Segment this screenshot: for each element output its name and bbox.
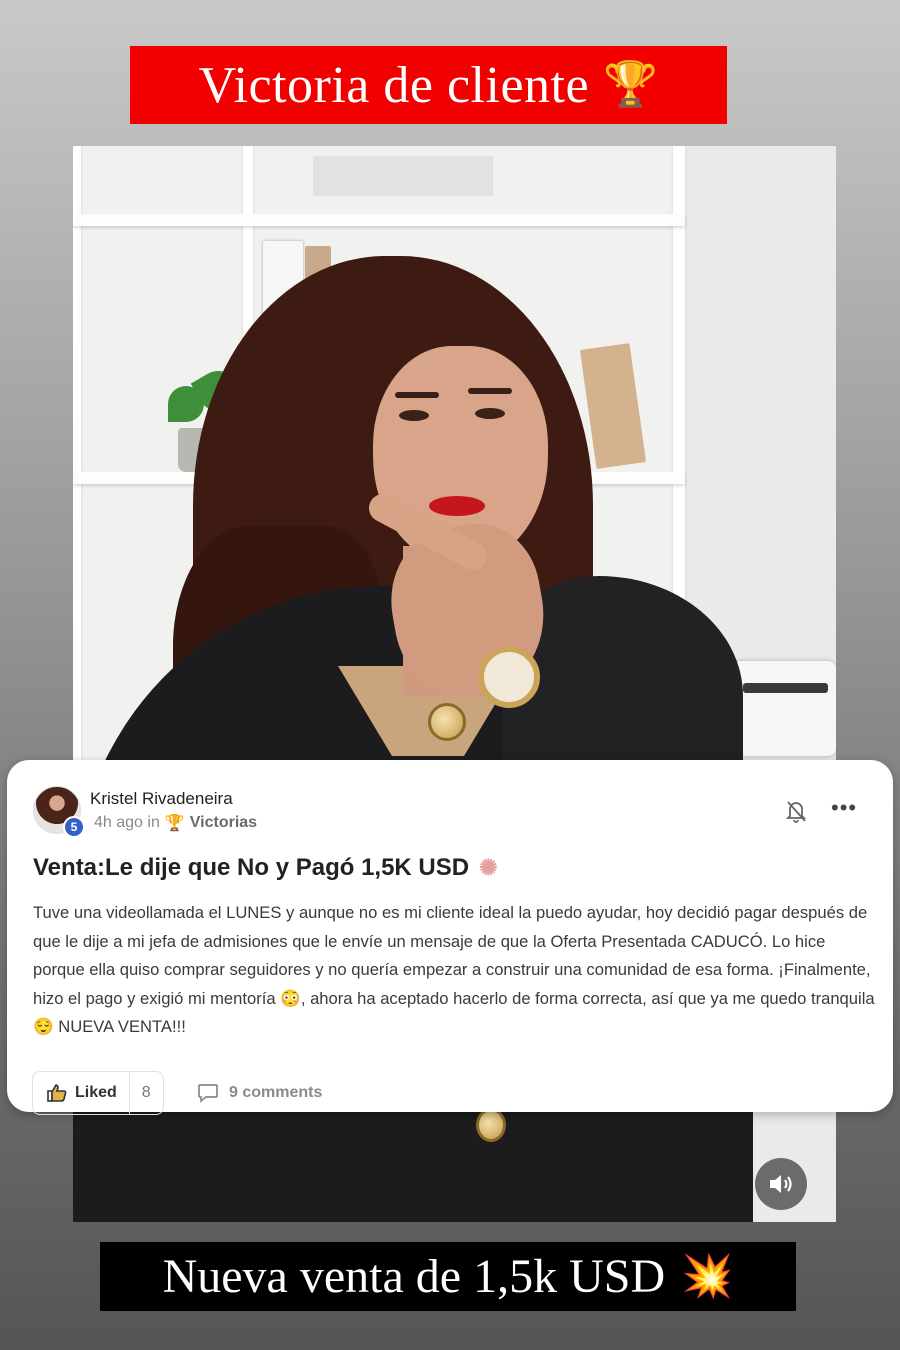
bottom-text: Nueva venta de 1,5k USD	[162, 1250, 666, 1303]
bell-off-icon[interactable]	[784, 798, 808, 824]
speaker-icon	[770, 1175, 792, 1193]
jacket-button	[476, 1108, 506, 1142]
sound-toggle-button[interactable]	[755, 1158, 807, 1210]
printer-slot	[743, 683, 828, 693]
eye	[399, 410, 429, 421]
trophy-icon: 🏆	[164, 815, 185, 832]
post-body: Tuve una videollamada el LUNES y aunque …	[33, 903, 875, 1037]
category-link[interactable]: Victorias	[190, 814, 257, 832]
level-badge: 5	[63, 816, 85, 838]
post-title: Venta:Le dije que No y Pagó 1,5K USD ✺	[33, 854, 498, 882]
eye	[475, 408, 505, 419]
printer	[733, 661, 836, 756]
post-meta: 4h ago in 🏆 Victorias	[94, 813, 257, 833]
explosion-icon: 💥	[681, 1254, 734, 1300]
author-name[interactable]: Kristel Rivadeneira	[90, 789, 233, 809]
post-card: 5 Kristel Rivadeneira 4h ago in 🏆 Victor…	[7, 760, 893, 1115]
money-emoji-icon: ✺	[479, 855, 498, 880]
comments-label: 9 comments	[229, 1084, 323, 1101]
like-label: Liked	[75, 1084, 117, 1101]
more-options-icon[interactable]: •••	[831, 797, 857, 819]
book	[579, 343, 647, 469]
shelf-board	[73, 214, 685, 226]
wristwatch	[478, 646, 540, 708]
eyebrow	[468, 388, 512, 394]
eyebrow	[395, 392, 439, 398]
title-banner: Victoria de cliente 🏆	[130, 46, 727, 124]
comment-icon	[198, 1084, 218, 1103]
like-count: 8	[141, 1084, 151, 1101]
lips	[429, 496, 485, 516]
title-text: Victoria de cliente	[198, 56, 590, 114]
box	[313, 156, 493, 196]
jacket-button	[428, 703, 466, 741]
divider	[128, 1071, 130, 1115]
post-title-text: Venta:Le dije que No y Pagó 1,5K USD	[33, 854, 470, 881]
trophy-icon: 🏆	[603, 60, 659, 109]
bottom-banner: Nueva venta de 1,5k USD 💥	[100, 1242, 796, 1311]
shelf-post	[73, 146, 81, 766]
thumbs-up-icon	[47, 1084, 67, 1102]
comments-button[interactable]: 9 comments	[197, 1083, 322, 1103]
like-button[interactable]: Liked 8	[32, 1071, 164, 1115]
post-time: 4h ago in	[94, 814, 160, 831]
